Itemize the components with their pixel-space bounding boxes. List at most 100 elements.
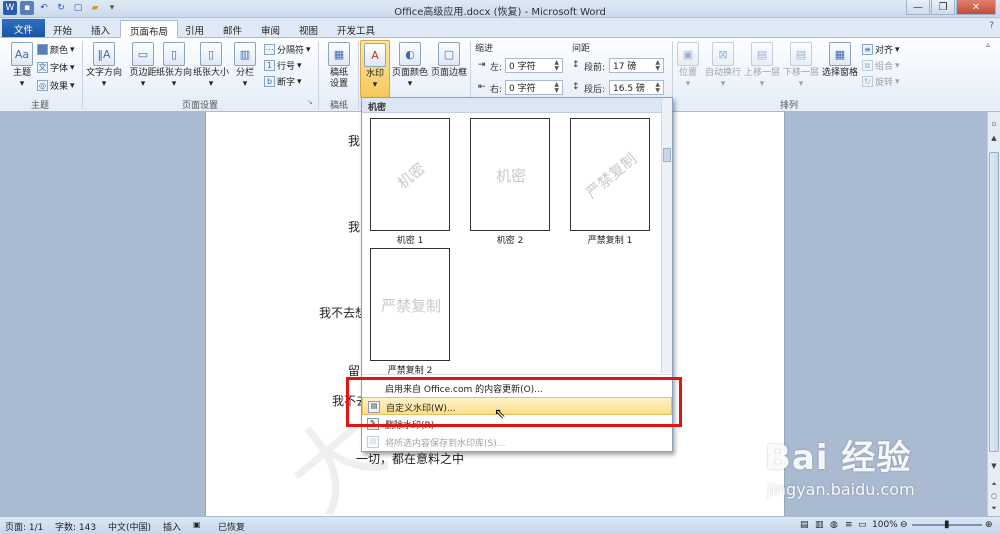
scroll-thumb[interactable] bbox=[989, 152, 999, 452]
spacing-after-input[interactable]: 16.5 磅 ▲ ▼ bbox=[609, 80, 664, 95]
zoom-out-icon[interactable]: ⊖ bbox=[900, 520, 908, 530]
watermark-button[interactable]: A 水印 ▾ bbox=[360, 40, 390, 98]
line-numbers-button[interactable]: 1 行号 ▾ bbox=[264, 58, 302, 73]
rotate-button[interactable]: ↻ 旋转 ▾ bbox=[862, 74, 900, 89]
ruler-toggle-icon[interactable]: ▫ bbox=[989, 120, 999, 130]
spacing-title: 间距 bbox=[572, 44, 591, 54]
mouse-cursor-icon: ⇖ bbox=[494, 406, 506, 422]
watermark-option-do-not-copy-2[interactable]: 严禁复制 bbox=[370, 248, 450, 361]
watermark-option-confidential-2[interactable]: 机密 bbox=[470, 118, 550, 231]
status-insert-mode[interactable]: 插入 bbox=[163, 520, 181, 533]
window-title: Office高级应用.docx (恢复) - Microsoft Word bbox=[394, 7, 606, 18]
page-border-button[interactable]: ▢ 页面边框 bbox=[430, 40, 468, 96]
help-icon[interactable]: ? bbox=[989, 21, 994, 31]
group-label-arrange: 排列 bbox=[779, 101, 798, 111]
maximize-icon[interactable]: ❐ bbox=[931, 0, 955, 15]
status-language[interactable]: 中文(中国) bbox=[108, 520, 151, 533]
collapse-ribbon-icon[interactable]: ▵ bbox=[986, 40, 990, 49]
fonts-icon: 文 bbox=[37, 62, 48, 73]
breaks-button[interactable]: ⋯ 分隔符 ▾ bbox=[264, 42, 311, 57]
browse-object-icon[interactable]: ○ bbox=[989, 492, 999, 502]
macro-recording-icon[interactable]: ▣ bbox=[193, 520, 201, 529]
status-bar: 页面: 1/1 字数: 143 中文(中国) 插入 ▣ 已恢复 ▤ ▥ ◍ ≡ … bbox=[0, 516, 1000, 534]
baidu-jingyan-watermark: Bai 经验 jingyan.baidu.com bbox=[745, 430, 980, 510]
minimize-icon[interactable]: — bbox=[906, 0, 930, 15]
theme-effects-button[interactable]: ◎ 效果 ▾ bbox=[37, 78, 75, 93]
wrap-text-icon: ⊠ bbox=[712, 42, 734, 66]
ribbon-tabs: 文件 开始 插入 页面布局 引用 邮件 审阅 视图 开发工具 ? bbox=[0, 18, 1000, 38]
zoom-in-icon[interactable]: ⊕ bbox=[985, 520, 993, 530]
outline-view-icon[interactable]: ≡ bbox=[845, 520, 853, 530]
scroll-down-icon[interactable]: ▼ bbox=[989, 462, 999, 472]
tab-developer[interactable]: 开发工具 bbox=[328, 20, 384, 38]
group-label-draft: 稿纸 bbox=[329, 101, 348, 111]
previous-page-icon[interactable]: ⏶ bbox=[989, 480, 999, 490]
draft-settings-button[interactable]: ▦ 稿纸 设置 bbox=[320, 40, 358, 96]
text-direction-icon: ‖A bbox=[93, 42, 115, 66]
gallery-scroll-thumb[interactable] bbox=[663, 148, 671, 162]
theme-fonts-button[interactable]: 文字体 ▾ bbox=[37, 60, 75, 75]
group-button[interactable]: ⧉ 组合 ▾ bbox=[862, 58, 900, 73]
themes-button[interactable]: Aa 主题 ▾ bbox=[3, 40, 41, 96]
draft-paper-icon: ▦ bbox=[328, 42, 350, 66]
title-bar: W ▪ ↶ ↻ ▢ ▰ ▾ Office高级应用.docx (恢复) - Mic… bbox=[0, 0, 1000, 18]
indent-right-label: 右: bbox=[490, 85, 503, 95]
tab-references[interactable]: 引用 bbox=[176, 20, 213, 38]
close-icon[interactable]: ✕ bbox=[956, 0, 996, 15]
watermark-option-do-not-copy-1[interactable]: 严禁复制 bbox=[570, 118, 650, 231]
print-layout-view-icon[interactable]: ▤ bbox=[800, 520, 809, 530]
orientation-button[interactable]: ▯ 纸张方向 ▾ bbox=[156, 40, 192, 96]
tab-home[interactable]: 开始 bbox=[44, 20, 81, 38]
ribbon-divider bbox=[358, 41, 359, 109]
page-color-button[interactable]: ◐ 页面颜色 ▾ bbox=[391, 40, 429, 96]
tab-insert[interactable]: 插入 bbox=[82, 20, 119, 38]
web-layout-icon[interactable]: ◍ bbox=[830, 520, 838, 530]
spacing-before-input[interactable]: 17 磅 ▲ ▼ bbox=[609, 58, 664, 73]
menu-save-selection-to-gallery[interactable]: ▤ 将所选内容保存到水印库(S)... bbox=[362, 433, 672, 451]
send-backward-icon: ▤ bbox=[790, 42, 812, 66]
text-direction-button[interactable]: ‖A 文字方向 ▾ bbox=[84, 40, 124, 96]
doc-line: 一切，都在意料之中 bbox=[356, 452, 465, 466]
next-page-icon[interactable]: ⏷ bbox=[989, 504, 999, 514]
bring-forward-icon: ▤ bbox=[751, 42, 773, 66]
watermark-option-label: 机密 1 bbox=[396, 236, 424, 246]
bring-forward-button[interactable]: ▤ 上移一层 ▾ bbox=[743, 40, 781, 96]
watermark-option-label: 严禁复制 1 bbox=[587, 236, 633, 246]
status-word-count[interactable]: 字数: 143 bbox=[55, 520, 96, 533]
rotate-icon: ↻ bbox=[862, 76, 873, 87]
size-button[interactable]: ▯ 纸张大小 ▾ bbox=[193, 40, 229, 96]
indent-right-input[interactable]: 0 字符 ▲ ▼ bbox=[505, 80, 563, 95]
spin-arrows-icon[interactable]: ▲ ▼ bbox=[554, 81, 559, 94]
indent-left-icon: ⇥ bbox=[478, 60, 486, 70]
spacing-after-label: 段后: bbox=[584, 85, 606, 95]
scroll-up-icon[interactable]: ▲ bbox=[989, 134, 999, 144]
themes-icon: Aa bbox=[11, 42, 33, 66]
zoom-slider-thumb[interactable]: ▮ bbox=[944, 519, 950, 530]
tab-file[interactable]: 文件 bbox=[2, 19, 46, 37]
spin-arrows-icon[interactable]: ▲ ▼ bbox=[655, 81, 660, 94]
zoom-level[interactable]: 100% bbox=[872, 520, 898, 530]
columns-button[interactable]: ▥ 分栏 ▾ bbox=[230, 40, 260, 96]
vertical-scrollbar[interactable]: ▫ ▲ ▼ ⏶ ○ ⏷ bbox=[987, 112, 1000, 516]
hyphenation-icon: b bbox=[264, 76, 275, 87]
tab-view[interactable]: 视图 bbox=[290, 20, 327, 38]
align-button[interactable]: ≡ 对齐 ▾ bbox=[862, 42, 900, 57]
gallery-scrollbar[interactable] bbox=[661, 98, 672, 373]
spin-arrows-icon[interactable]: ▲ ▼ bbox=[655, 59, 660, 72]
tab-mailings[interactable]: 邮件 bbox=[214, 20, 251, 38]
draft-view-icon[interactable]: ▭ bbox=[858, 520, 867, 530]
tab-review[interactable]: 审阅 bbox=[252, 20, 289, 38]
send-backward-button[interactable]: ▤ 下移一层 ▾ bbox=[782, 40, 820, 96]
hyphenation-button[interactable]: b 断字 ▾ bbox=[264, 74, 302, 89]
theme-colors-button[interactable]: 颜色 ▾ bbox=[37, 42, 75, 57]
selection-pane-button[interactable]: ▦ 选择窗格 bbox=[821, 40, 859, 96]
position-button[interactable]: ▣ 位置 ▾ bbox=[674, 40, 702, 96]
status-page[interactable]: 页面: 1/1 bbox=[5, 520, 43, 533]
tab-page-layout[interactable]: 页面布局 bbox=[120, 20, 179, 38]
page-setup-launcher-icon[interactable]: ↘ bbox=[307, 98, 313, 106]
full-screen-reading-icon[interactable]: ▥ bbox=[815, 520, 824, 530]
indent-left-input[interactable]: 0 字符 ▲ ▼ bbox=[505, 58, 563, 73]
wrap-text-button[interactable]: ⊠ 自动换行 ▾ bbox=[704, 40, 742, 96]
spin-arrows-icon[interactable]: ▲ ▼ bbox=[554, 59, 559, 72]
watermark-option-confidential-1[interactable]: 机密 bbox=[370, 118, 450, 231]
